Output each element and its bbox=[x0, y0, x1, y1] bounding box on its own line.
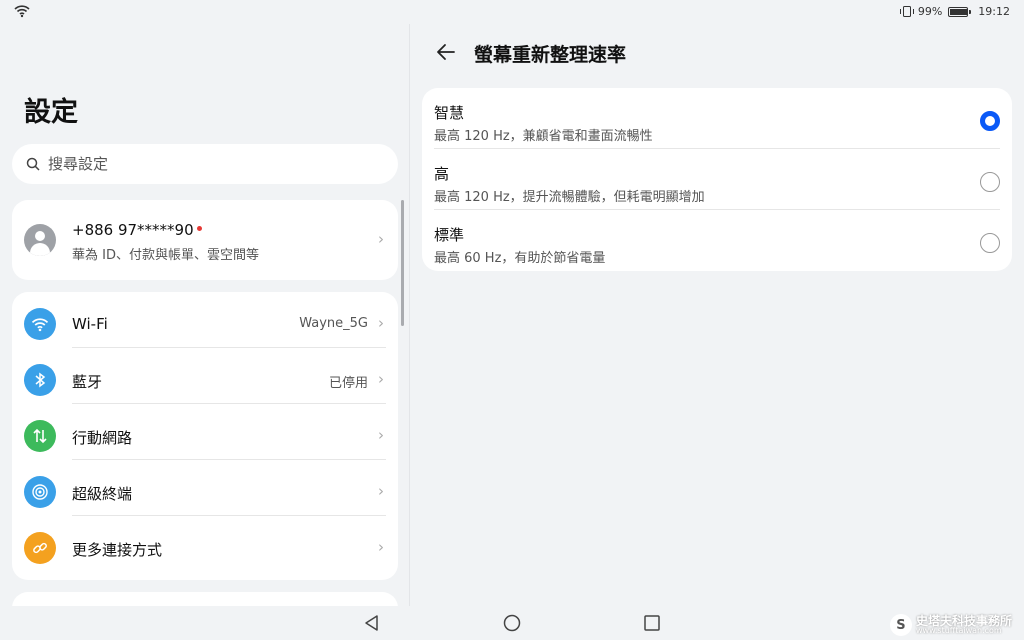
settings-item-super-device[interactable]: 超級終端 › bbox=[12, 460, 398, 516]
item-value: Wayne_5G bbox=[299, 316, 368, 331]
account-subtitle: 華為 ID、付款與帳單、雲空間等 bbox=[72, 248, 259, 263]
page-title: 設定 bbox=[24, 97, 78, 128]
vibrate-icon bbox=[899, 6, 914, 17]
option-smart[interactable]: 智慧 最高 120 Hz，兼顧省電和畫面流暢性 bbox=[422, 88, 1012, 149]
radio-button[interactable] bbox=[980, 172, 1000, 192]
pane-divider bbox=[409, 24, 410, 606]
recents-square-icon[interactable] bbox=[643, 614, 661, 632]
super-device-icon bbox=[24, 476, 56, 508]
item-label: 更多連接方式 bbox=[72, 541, 163, 559]
chevron-right-icon: › bbox=[378, 538, 384, 556]
option-title: 標準 bbox=[434, 226, 465, 244]
home-circle-icon[interactable] bbox=[503, 614, 521, 632]
option-description: 最高 120 Hz，提升流暢體驗，但耗電明顯增加 bbox=[434, 190, 705, 205]
radio-button[interactable] bbox=[980, 233, 1000, 253]
option-description: 最高 60 Hz，有助於節省電量 bbox=[434, 251, 606, 266]
link-icon bbox=[24, 532, 56, 564]
option-standard[interactable]: 標準 最高 60 Hz，有助於節省電量 bbox=[422, 210, 1012, 271]
chevron-right-icon: › bbox=[378, 482, 384, 500]
item-label: 藍牙 bbox=[72, 373, 103, 391]
item-value: 已停用 bbox=[328, 376, 368, 391]
item-label: Wi-Fi bbox=[72, 315, 108, 333]
notification-dot bbox=[196, 226, 202, 231]
radio-button[interactable] bbox=[980, 111, 1000, 131]
settings-item-bluetooth[interactable]: 藍牙 已停用 › bbox=[12, 348, 398, 404]
status-bar: 99% 19:12 bbox=[0, 0, 1024, 24]
battery-icon bbox=[948, 6, 972, 17]
bluetooth-icon bbox=[24, 364, 56, 396]
option-description: 最高 120 Hz，兼顧省電和畫面流暢性 bbox=[434, 129, 653, 144]
settings-item-wifi[interactable]: Wi-Fi Wayne_5G › bbox=[12, 292, 398, 348]
search-icon bbox=[26, 157, 40, 171]
settings-item-more-connections[interactable]: 更多連接方式 › bbox=[12, 516, 398, 572]
mobile-data-icon bbox=[24, 420, 56, 452]
option-title: 智慧 bbox=[434, 104, 465, 122]
watermark-logo: S bbox=[889, 614, 912, 636]
settings-pane: 設定 +886 97*****90 華為 ID、付款與帳單、雲空間等 › Wi-… bbox=[0, 24, 410, 606]
refresh-rate-options: 智慧 最高 120 Hz，兼顧省電和畫面流暢性 高 最高 120 Hz，提升流暢… bbox=[422, 88, 1012, 271]
network-card: Wi-Fi Wayne_5G › 藍牙 已停用 › 行動網路 › 超級終端 › … bbox=[12, 292, 398, 580]
search-bar[interactable] bbox=[12, 144, 398, 184]
next-settings-card bbox=[12, 592, 398, 606]
option-title: 高 bbox=[434, 165, 450, 183]
account-name: +886 97*****90 bbox=[72, 221, 202, 239]
page-title-refresh-rate: 螢幕重新整理速率 bbox=[474, 44, 627, 66]
account-card[interactable]: +886 97*****90 華為 ID、付款與帳單、雲空間等 › bbox=[12, 200, 398, 280]
watermark-url: www.stufftaiwan.com bbox=[915, 626, 1002, 635]
watermark: S 史塔夫科技事務所 www.stufftaiwan.com bbox=[889, 614, 1012, 636]
clock: 19:12 bbox=[978, 5, 1010, 18]
chevron-right-icon: › bbox=[378, 314, 384, 332]
wifi-status-icon bbox=[14, 4, 30, 21]
navigation-bar: S 史塔夫科技事務所 www.stufftaiwan.com bbox=[0, 606, 1024, 640]
avatar bbox=[24, 224, 56, 256]
scrollbar[interactable] bbox=[401, 200, 404, 326]
battery-percent: 99% bbox=[917, 5, 943, 18]
search-input[interactable] bbox=[48, 155, 348, 173]
back-arrow-icon[interactable] bbox=[432, 38, 460, 66]
item-label: 超級終端 bbox=[72, 485, 133, 503]
settings-item-mobile-network[interactable]: 行動網路 › bbox=[12, 404, 398, 460]
chevron-right-icon: › bbox=[378, 230, 384, 248]
item-label: 行動網路 bbox=[72, 429, 133, 447]
chevron-right-icon: › bbox=[378, 370, 384, 388]
chevron-right-icon: › bbox=[378, 426, 384, 444]
wifi-icon bbox=[24, 308, 56, 340]
option-high[interactable]: 高 最高 120 Hz，提升流暢體驗，但耗電明顯增加 bbox=[422, 149, 1012, 210]
back-triangle-icon[interactable] bbox=[363, 614, 381, 632]
